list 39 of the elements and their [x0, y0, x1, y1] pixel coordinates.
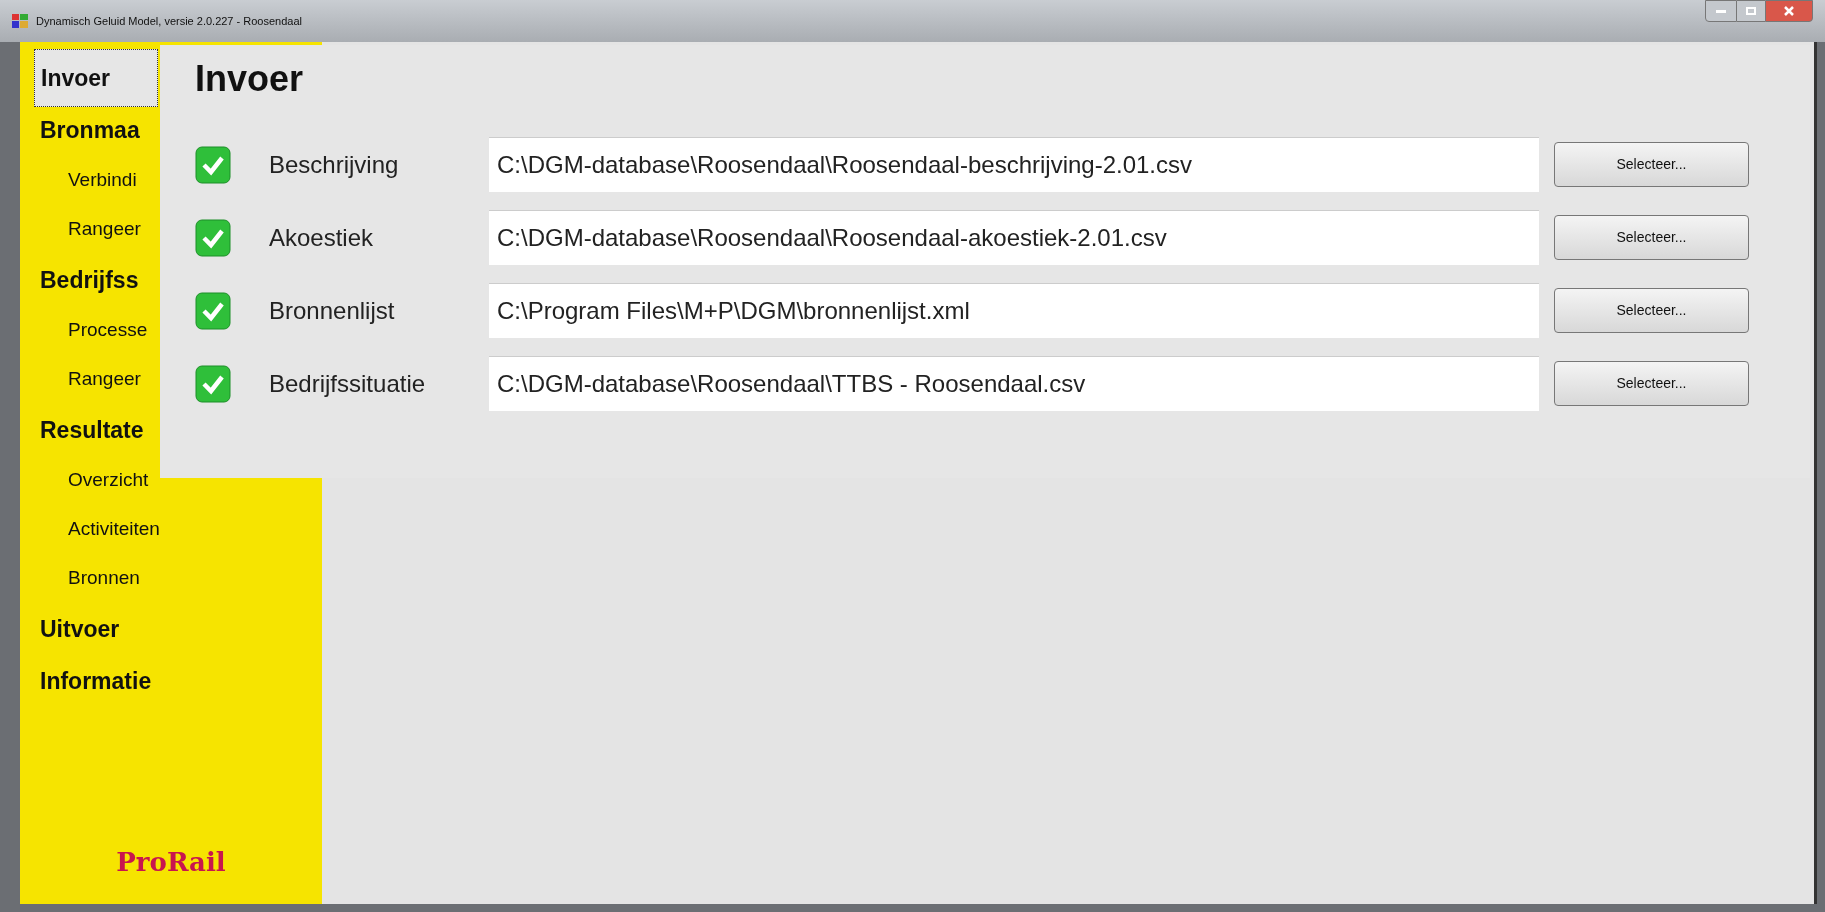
sidebar-item[interactable]: Bronnen: [62, 564, 146, 593]
sidebar-item[interactable]: Rangeer: [62, 365, 147, 394]
sidebar-item[interactable]: Bedrijfss: [34, 262, 145, 298]
row-label: Beschrijving: [269, 149, 400, 180]
row-label: Bronnenlijst: [269, 295, 396, 326]
select-button[interactable]: Selecteer...: [1554, 215, 1749, 260]
sidebar-item[interactable]: Informatie: [34, 663, 158, 699]
check-icon[interactable]: [195, 364, 231, 403]
path-field[interactable]: C:\Program Files\M+P\DGM\bronnenlijst.xml: [489, 283, 1539, 338]
sidebar-item[interactable]: Invoer: [34, 49, 158, 107]
maximize-button[interactable]: [1737, 0, 1765, 22]
path-field[interactable]: C:\DGM-database\Roosendaal\Roosendaal-beschrijving-2.01.csv: [489, 137, 1539, 192]
path-field[interactable]: C:\DGM-database\Roosendaal\Roosendaal-akoestiek-2.01.csv: [489, 210, 1539, 265]
close-button[interactable]: [1765, 0, 1813, 22]
path-field[interactable]: C:\DGM-database\Roosendaal\TTBS - Roosendaal.csv: [489, 356, 1539, 411]
select-button[interactable]: Selecteer...: [1554, 361, 1749, 406]
sidebar-item[interactable]: Rangeer: [62, 215, 147, 244]
sidebar-item[interactable]: Processe: [62, 316, 154, 345]
minimize-button[interactable]: [1705, 0, 1737, 22]
logo: ProRail: [116, 846, 226, 879]
panel-title: Invoer: [195, 57, 305, 101]
sidebar-item[interactable]: Bronmaa: [34, 112, 146, 148]
sidebar-item[interactable]: Activiteiten: [62, 515, 166, 544]
maximize-icon: [1746, 7, 1756, 15]
sidebar-item[interactable]: Overzicht: [62, 466, 155, 495]
select-button[interactable]: Selecteer...: [1554, 288, 1749, 333]
sidebar-item[interactable]: Resultate: [34, 412, 150, 448]
window-title: Dynamisch Geluid Model, versie 2.0.227 - Roosendaal: [36, 13, 302, 29]
row-label: Bedrijfssituatie: [269, 368, 427, 399]
check-icon[interactable]: [195, 145, 231, 184]
select-button[interactable]: Selecteer...: [1554, 142, 1749, 187]
minimize-icon: [1716, 9, 1726, 13]
close-icon: [1784, 6, 1794, 16]
sidebar-item[interactable]: Uitvoer: [34, 611, 126, 647]
check-icon[interactable]: [195, 291, 231, 330]
row-label: Akoestiek: [269, 222, 375, 253]
check-icon[interactable]: [195, 218, 231, 257]
app-icon: [12, 14, 28, 28]
sidebar-item[interactable]: Verbindi: [62, 166, 143, 195]
